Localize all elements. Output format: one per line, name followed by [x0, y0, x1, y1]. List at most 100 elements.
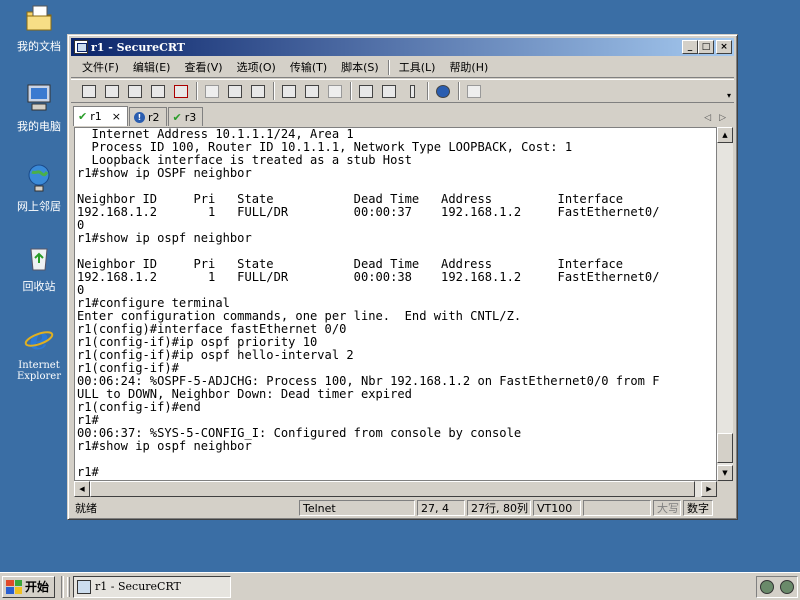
- desktop-icon-internet-explorer[interactable]: e Internet Explorer: [6, 322, 72, 382]
- toolbar-separator: [350, 82, 352, 100]
- tab-r3[interactable]: ✔ r3: [167, 107, 204, 126]
- menu-file[interactable]: 文件(F): [75, 59, 126, 75]
- tab-label: r1: [90, 110, 102, 123]
- taskbar-separator: [61, 575, 65, 598]
- minimize-button[interactable]: _: [682, 40, 698, 54]
- securecrt-app-icon[interactable]: [74, 40, 88, 54]
- tab-r1[interactable]: ✔ r1 ×: [73, 106, 128, 126]
- status-blank: [583, 500, 651, 516]
- global-options-icon[interactable]: [379, 82, 399, 100]
- status-caps-lock: 大写: [653, 500, 681, 516]
- menu-help[interactable]: 帮助(H): [442, 59, 495, 75]
- terminal-text: Internet Address 10.1.1.1/24, Area 1 Pro…: [77, 127, 660, 479]
- desktop-icon-label: 回收站: [22, 280, 56, 293]
- toolbar-chevron-icon[interactable]: ▾: [727, 91, 731, 100]
- tab-label: r3: [184, 110, 197, 124]
- menu-edit[interactable]: 编辑(E): [126, 59, 178, 75]
- status-ready: 就绪: [75, 502, 97, 515]
- vertical-scroll-thumb[interactable]: [717, 433, 733, 463]
- terminal-output[interactable]: Internet Address 10.1.1.1/24, Area 1 Pro…: [74, 127, 717, 481]
- start-label: 开始: [25, 580, 50, 594]
- tab-r2[interactable]: ! r2: [128, 107, 167, 126]
- windows-logo-icon: [6, 579, 22, 594]
- quick-connect-icon[interactable]: [102, 82, 122, 100]
- taskbar: 开始 r1 - SecureCRT: [0, 572, 800, 600]
- status-bar: 就绪 Telnet 27, 4 27行, 80列 VT100 大写 数字: [71, 499, 734, 517]
- session-options-icon[interactable]: [356, 82, 376, 100]
- desktop-icon-label: 我的电脑: [17, 120, 61, 133]
- desktop-icon-my-documents[interactable]: 我的文档: [6, 2, 72, 53]
- my-computer-icon: [27, 84, 51, 111]
- toolbar-separator: [196, 82, 198, 100]
- scroll-right-icon[interactable]: ▶: [701, 481, 717, 497]
- menu-transfer[interactable]: 传输(T): [283, 59, 334, 75]
- scroll-up-icon[interactable]: ▲: [717, 127, 733, 143]
- desktop-icon-label: 我的文档: [17, 40, 61, 53]
- desktop-icon-network-places[interactable]: 网上邻居: [6, 162, 72, 213]
- help-icon[interactable]: [433, 82, 453, 100]
- tab-close-icon[interactable]: ×: [112, 110, 121, 123]
- menu-script[interactable]: 脚本(S): [334, 59, 386, 75]
- internet-explorer-icon: e: [24, 322, 54, 357]
- print-setup-icon[interactable]: [325, 82, 345, 100]
- toolbar-separator: [273, 82, 275, 100]
- menu-tools[interactable]: 工具(L): [392, 59, 443, 75]
- securecrt-window: r1 - SecureCRT _ □ × 文件(F) 编辑(E) 查看(V) 选…: [67, 34, 738, 520]
- taskbar-item-label: r1 - SecureCRT: [95, 580, 181, 593]
- print-icon[interactable]: [279, 82, 299, 100]
- desktop-icon-recycle-bin[interactable]: 回收站: [6, 242, 72, 293]
- tab-scroll-right-icon[interactable]: ▷: [719, 113, 726, 123]
- start-button[interactable]: 开始: [2, 575, 56, 598]
- svg-text:e: e: [29, 322, 48, 354]
- horizontal-scroll-thumb[interactable]: [90, 481, 695, 497]
- status-emulation: VT100: [533, 500, 581, 516]
- toolbar-separator: [458, 82, 460, 100]
- paste-icon[interactable]: [225, 82, 245, 100]
- connected-check-icon: ✔: [78, 110, 88, 123]
- menu-view[interactable]: 查看(V): [177, 59, 229, 75]
- connect-in-tab-icon[interactable]: [125, 82, 145, 100]
- status-num-lock: 数字: [683, 500, 713, 516]
- status-protocol: Telnet: [299, 500, 415, 516]
- taskbar-item-securecrt[interactable]: r1 - SecureCRT: [73, 575, 232, 598]
- window-title: r1 - SecureCRT: [91, 40, 185, 54]
- scroll-down-icon[interactable]: ▼: [717, 465, 733, 481]
- desktop-icon-label: 网上邻居: [17, 200, 61, 213]
- vertical-scrollbar[interactable]: ▲ ▼: [717, 127, 733, 481]
- tab-label: r2: [147, 110, 160, 124]
- connect-icon[interactable]: [79, 82, 99, 100]
- desktop-icon-label: Internet Explorer: [16, 360, 62, 382]
- toolbar-separator: [427, 82, 429, 100]
- keymap-icon[interactable]: [402, 82, 422, 100]
- session-tabs: ✔ r1 × ! r2 ✔ r3 ◁ ▷: [73, 106, 732, 126]
- securecrt-app-icon: [77, 579, 92, 594]
- toolbar: ▾: [71, 79, 734, 103]
- recycle-bin-icon: [30, 248, 48, 271]
- menu-separator: [387, 59, 390, 75]
- tab-scroll-left-icon[interactable]: ◁: [704, 113, 711, 123]
- system-tray: [756, 575, 798, 598]
- connected-check-icon: ✔: [172, 110, 182, 124]
- my-documents-icon: [26, 5, 52, 31]
- print-selection-icon[interactable]: [302, 82, 322, 100]
- disconnect-icon[interactable]: [171, 82, 191, 100]
- title-bar[interactable]: r1 - SecureCRT _ □ ×: [71, 38, 734, 56]
- tray-network-icon[interactable]: [780, 579, 794, 594]
- reconnect-icon[interactable]: [148, 82, 168, 100]
- scroll-left-icon[interactable]: ◀: [74, 481, 90, 497]
- taskbar-grip[interactable]: [67, 576, 71, 597]
- sftp-icon[interactable]: [464, 82, 484, 100]
- menu-bar: 文件(F) 编辑(E) 查看(V) 选项(O) 传输(T) 脚本(S) 工具(L…: [71, 57, 734, 78]
- maximize-button[interactable]: □: [698, 40, 714, 54]
- desktop-icon-my-computer[interactable]: 我的电脑: [6, 82, 72, 133]
- copy-icon[interactable]: [202, 82, 222, 100]
- menu-options[interactable]: 选项(O): [230, 59, 283, 75]
- find-icon[interactable]: [248, 82, 268, 100]
- network-places-icon: [28, 164, 50, 192]
- tray-volume-icon[interactable]: [760, 579, 774, 594]
- info-icon: !: [133, 111, 145, 123]
- close-button[interactable]: ×: [716, 40, 732, 54]
- horizontal-scrollbar[interactable]: ◀ ▶: [74, 481, 717, 497]
- status-terminal-size: 27行, 80列: [467, 500, 531, 516]
- status-cursor-position: 27, 4: [417, 500, 465, 516]
